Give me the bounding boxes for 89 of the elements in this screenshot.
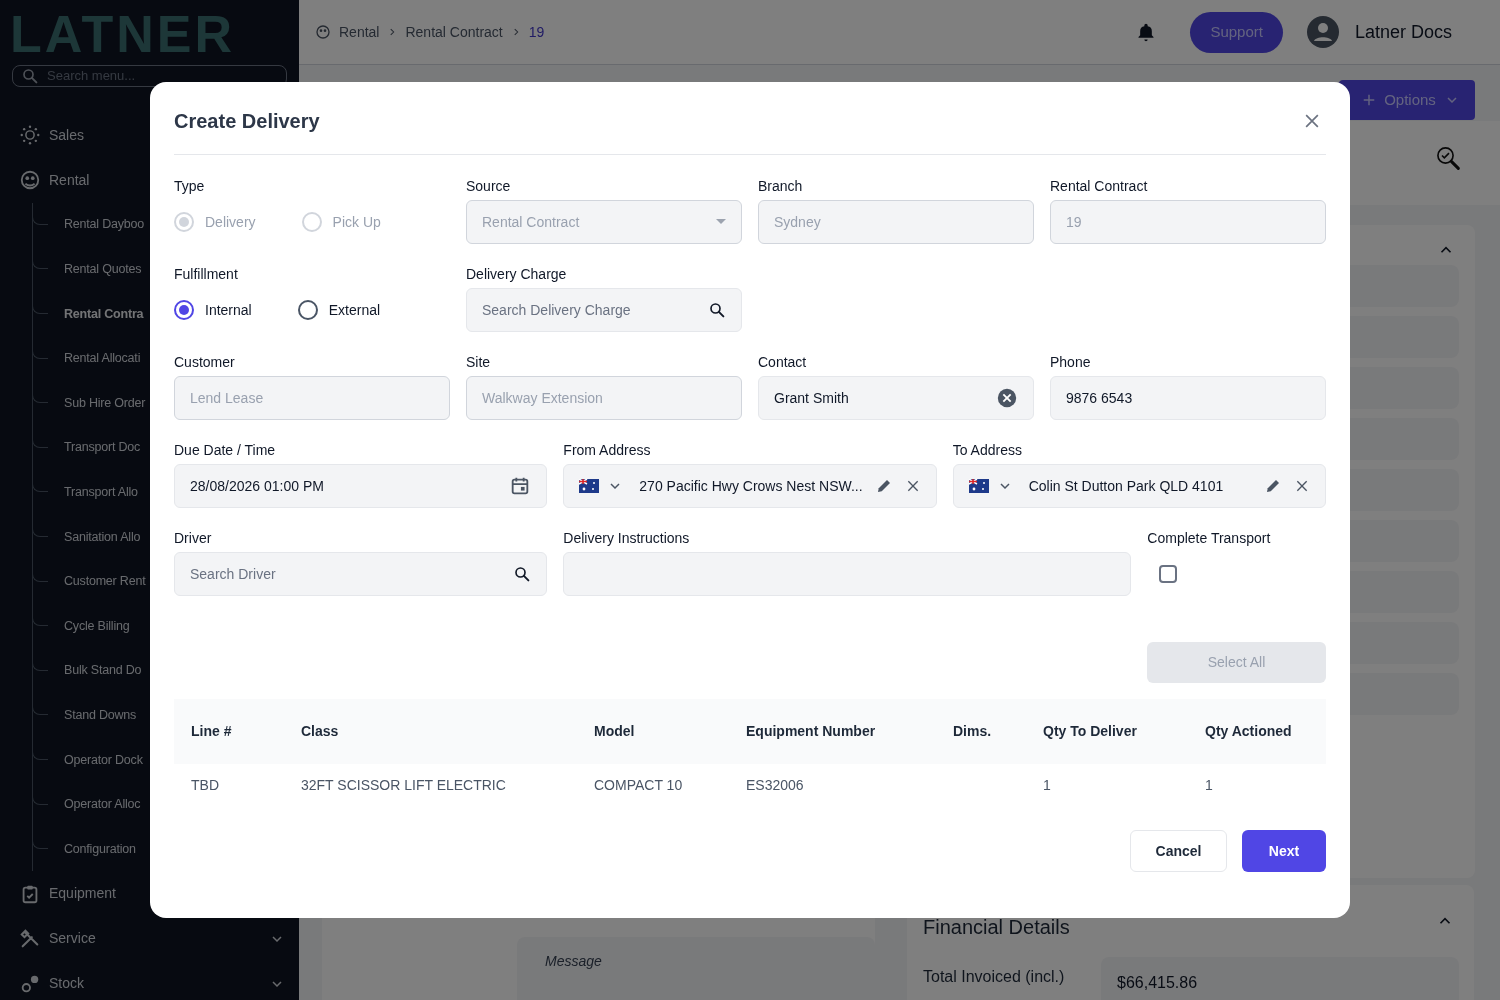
tools-icon xyxy=(19,927,41,950)
placeholder-text: Message xyxy=(545,953,602,969)
column-header: Model xyxy=(577,699,729,764)
field-label: Customer xyxy=(174,355,236,369)
clear-icon xyxy=(996,387,1018,409)
user-name: Latner Docs xyxy=(1354,20,1452,44)
column-header: Dims. xyxy=(936,699,1026,764)
address-field[interactable]: 270 Pacific Hwy Crows Nest NSW... xyxy=(563,464,937,508)
field-label: Total Invoiced (incl.) xyxy=(923,967,1065,987)
table-cell: 1 xyxy=(1188,764,1326,806)
support-button[interactable]: Support xyxy=(1190,11,1283,53)
table-cell: TBD xyxy=(174,764,284,806)
menu-item[interactable]: Equipment xyxy=(0,871,299,917)
field-label: Phone xyxy=(1050,355,1092,369)
pencil-icon xyxy=(1264,477,1282,495)
field-label: Fulfillment xyxy=(174,267,239,281)
next-button[interactable]: Next xyxy=(1242,830,1326,872)
menu-item[interactable]: Stock xyxy=(0,961,299,1000)
search-field[interactable]: Search Delivery Charge xyxy=(466,288,742,332)
menu-item[interactable]: Service xyxy=(0,916,299,962)
submenu-item[interactable]: Configuration xyxy=(64,839,136,859)
field-label: Rental Contract xyxy=(1050,179,1149,193)
column-header: Line # xyxy=(174,699,284,764)
radio-option[interactable]: External xyxy=(297,299,381,321)
column-header: Class xyxy=(284,699,577,764)
submenu-item[interactable]: Bulk Stand Do xyxy=(64,661,142,681)
field-label: Branch xyxy=(758,179,804,193)
column-header: Equipment Number xyxy=(729,699,936,764)
field-label: Delivery Charge xyxy=(466,267,568,281)
address-field[interactable]: Colin St Dutton Park QLD 4101 xyxy=(952,464,1326,508)
avatar-icon[interactable] xyxy=(1306,16,1339,48)
submenu-item[interactable]: Operator Alloc xyxy=(64,795,141,814)
breadcrumb-link[interactable]: Rental xyxy=(339,21,380,43)
submenu-item[interactable]: Transport Doc xyxy=(64,438,141,458)
search-check-icon[interactable] xyxy=(1435,145,1463,173)
search-icon xyxy=(21,66,39,85)
submenu-item[interactable]: Sub Hire Order xyxy=(64,393,146,413)
column-header: Qty Actioned xyxy=(1188,699,1326,764)
field-label: Complete Transport xyxy=(1147,531,1272,545)
submenu-item[interactable]: Transport Allo xyxy=(64,483,138,502)
column-header: Qty To Deliver xyxy=(1026,699,1188,764)
submenu-item[interactable]: Rental Contra xyxy=(64,304,144,324)
search-icon xyxy=(513,565,532,583)
caret-icon xyxy=(716,219,726,225)
field-label: Type xyxy=(174,179,206,193)
plus-icon xyxy=(1362,93,1377,107)
cancel-button[interactable]: Cancel xyxy=(1130,830,1227,872)
dialog-title: Create Delivery xyxy=(174,109,320,134)
field-label: From Address xyxy=(563,443,652,457)
radio-button[interactable] xyxy=(174,300,194,320)
card-title: Financial Details xyxy=(923,915,1070,940)
submenu-item[interactable]: Rental Quotes xyxy=(64,260,142,279)
submenu-item[interactable]: Customer Rent xyxy=(64,572,146,591)
submenu-item[interactable]: Rental Allocati xyxy=(64,349,141,368)
value-field: $66,415.86 xyxy=(1101,957,1459,1000)
checkbox[interactable] xyxy=(1159,565,1178,583)
radio-button[interactable] xyxy=(297,300,318,320)
breadcrumb-link[interactable]: Rental Contract xyxy=(405,21,503,43)
field-label: Driver xyxy=(174,531,213,545)
flag-icon xyxy=(968,479,989,493)
field-label: To Address xyxy=(952,443,1023,457)
field-label: Site xyxy=(466,355,492,369)
sun-icon xyxy=(19,124,41,146)
date-field[interactable]: 28/08/2026 01:00 PM xyxy=(174,464,548,508)
options-button[interactable]: Options xyxy=(1339,80,1475,120)
breadcrumb-link[interactable]: 19 xyxy=(528,21,545,43)
flag-icon xyxy=(579,479,600,493)
smiley-icon xyxy=(19,169,41,191)
table-cell: 32FT SCISSOR LIFT ELECTRIC xyxy=(284,764,577,806)
table-cell: 1 xyxy=(1026,764,1188,806)
search-field[interactable]: Search Driver xyxy=(174,552,548,596)
submenu-item[interactable]: Operator Dock xyxy=(64,750,143,770)
submenu-item[interactable]: Sanitation Allo xyxy=(64,527,141,547)
field-label: Due Date / Time xyxy=(174,443,277,457)
bell-icon[interactable] xyxy=(1136,21,1157,43)
field-label: Source xyxy=(466,179,512,193)
table-cell: ES32006 xyxy=(729,764,936,806)
submenu-item[interactable]: Rental Dayboo xyxy=(64,215,145,235)
smiley-icon xyxy=(315,24,331,40)
input-field[interactable]: 9876 6543 xyxy=(1050,376,1326,420)
radio-option[interactable]: Internal xyxy=(174,299,252,321)
search-icon xyxy=(708,301,726,319)
submenu-item[interactable]: Stand Downs xyxy=(64,705,137,725)
table-cell: COMPACT 10 xyxy=(577,764,729,806)
close-icon xyxy=(1294,478,1310,494)
submenu-item[interactable]: Cycle Billing xyxy=(64,616,130,636)
field-label: Contact xyxy=(758,355,808,369)
field-label: Delivery Instructions xyxy=(563,531,691,545)
input-field[interactable]: Grant Smith xyxy=(758,376,1034,420)
